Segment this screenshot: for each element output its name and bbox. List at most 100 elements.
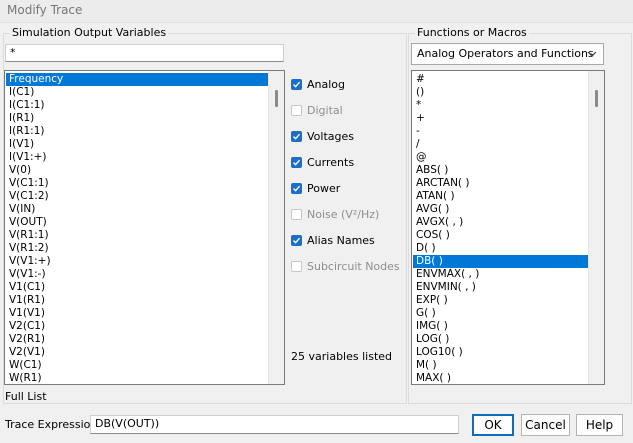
checkbox-label: Currents — [307, 155, 355, 169]
function-list-item[interactable]: ABS( ) — [413, 164, 588, 177]
trace-expression-label: Trace Expression: — [5, 418, 102, 431]
checkmark-icon — [293, 237, 301, 244]
function-list-item[interactable]: G( ) — [413, 307, 588, 320]
functions-list[interactable]: #() * + - / @ ABS( ) ARCTAN( ) ATAN( ) AVG( ) AVGX… — [411, 70, 605, 385]
full-list-label: Full List — [5, 390, 47, 403]
variable-list-item[interactable]: V1(R1) — [6, 294, 268, 307]
checkbox-box[interactable] — [291, 234, 302, 246]
variable-list-item[interactable]: V(V1:-) — [6, 268, 268, 281]
variable-list-item[interactable]: I(R1) — [6, 112, 268, 125]
variables-scroll-thumb[interactable] — [275, 90, 278, 107]
variables-scrollbar[interactable] — [268, 71, 284, 384]
checkmark-icon — [293, 159, 301, 166]
help-button[interactable]: Help — [576, 414, 623, 436]
sim-vars-group-title: Simulation Output Variables — [10, 26, 169, 39]
function-list-item[interactable]: LOG( ) — [413, 333, 588, 346]
functions-category-dropdown[interactable]: Analog Operators and Functions — [411, 43, 604, 65]
variable-list-item[interactable]: V2(V1) — [6, 346, 268, 359]
checkbox-box[interactable] — [291, 78, 302, 90]
variable-list-item[interactable]: V(C1:2) — [6, 190, 268, 203]
variable-list-item[interactable]: V2(C1) — [6, 320, 268, 333]
functions-scroll-thumb[interactable] — [595, 90, 598, 107]
variable-list-item[interactable]: V(V1:+) — [6, 255, 268, 268]
function-list-item[interactable]: LOG10( ) — [413, 346, 588, 359]
checkbox-label: Voltages — [307, 129, 354, 143]
cancel-button[interactable]: Cancel — [521, 414, 570, 436]
variable-list-item[interactable]: Frequency — [6, 73, 268, 86]
trace-expression-input[interactable]: DB(V(OUT)) — [90, 415, 459, 434]
variable-filter-value: * — [10, 46, 16, 59]
function-list-item[interactable]: M( ) — [413, 359, 588, 372]
variables-list-items: Frequency I(C1) I(C1:1) I(R1) I(R1:1) I(V1) I(… — [6, 73, 268, 384]
function-list-item[interactable]: ENVMIN( , ) — [413, 281, 588, 294]
variable-list-item[interactable]: V(R1:2) — [6, 242, 268, 255]
checkbox-box[interactable] — [291, 156, 302, 168]
variable-list-item[interactable]: V(C1:1) — [6, 177, 268, 190]
checkbox-box — [291, 208, 302, 220]
ok-button-label: OK — [484, 418, 502, 432]
checkbox-label: Power — [307, 181, 341, 195]
checkbox-label: Alias Names — [307, 233, 375, 247]
function-list-item[interactable]: MAX( ) — [413, 372, 588, 384]
function-list-item[interactable]: DB( ) — [413, 255, 588, 268]
function-list-item[interactable]: ENVMAX( , ) — [413, 268, 588, 281]
function-list-item[interactable]: # — [413, 73, 588, 86]
checkbox-analog[interactable]: Analog — [291, 76, 345, 92]
variable-list-item[interactable]: V(IN) — [6, 203, 268, 216]
variable-list-item[interactable]: V2(R1) — [6, 333, 268, 346]
variable-list-item[interactable]: W(R1) — [6, 372, 268, 384]
trace-expression-value: DB(V(OUT)) — [95, 417, 160, 430]
function-list-item[interactable]: D( ) — [413, 242, 588, 255]
function-list-item[interactable]: - — [413, 125, 588, 138]
variable-filter-input[interactable]: * — [5, 44, 284, 62]
function-list-item[interactable]: / — [413, 138, 588, 151]
functions-scrollbar[interactable] — [588, 71, 604, 384]
checkbox-box[interactable] — [291, 130, 302, 142]
variable-list-item[interactable]: I(V1:+) — [6, 151, 268, 164]
checkbox-alias-names[interactable]: Alias Names — [291, 232, 375, 248]
function-list-item[interactable]: AVG( ) — [413, 203, 588, 216]
checkbox-label: Subcircuit Nodes — [307, 259, 400, 273]
help-button-label: Help — [585, 418, 614, 432]
function-list-item[interactable]: () — [413, 86, 588, 99]
checkbox-power[interactable]: Power — [291, 180, 340, 196]
variable-list-item[interactable]: V1(V1) — [6, 307, 268, 320]
function-list-item[interactable]: EXP( ) — [413, 294, 588, 307]
function-list-item[interactable]: COS( ) — [413, 229, 588, 242]
window-title: Modify Trace — [7, 3, 83, 17]
variable-list-item[interactable]: V(0) — [6, 164, 268, 177]
function-list-item[interactable]: IMG( ) — [413, 320, 588, 333]
checkmark-icon — [293, 81, 301, 88]
function-list-item[interactable]: * — [413, 99, 588, 112]
function-list-item[interactable]: AVGX( , ) — [413, 216, 588, 229]
checkmark-icon — [293, 133, 301, 140]
variable-list-item[interactable]: V1(C1) — [6, 281, 268, 294]
functions-list-items: #() * + - / @ ABS( ) ARCTAN( ) ATAN( ) AVG( ) AVGX… — [413, 73, 588, 384]
variable-list-item[interactable]: I(V1) — [6, 138, 268, 151]
function-list-item[interactable]: + — [413, 112, 588, 125]
variable-list-item[interactable]: I(R1:1) — [6, 125, 268, 138]
checkbox-subcircuit-nodes: Subcircuit Nodes — [291, 258, 400, 274]
function-list-item[interactable]: @ — [413, 151, 588, 164]
ok-button[interactable]: OK — [472, 414, 514, 436]
checkmark-icon — [293, 185, 301, 192]
variable-list-item[interactable]: I(C1) — [6, 86, 268, 99]
checkbox-currents[interactable]: Currents — [291, 154, 354, 170]
cancel-button-label: Cancel — [525, 418, 566, 432]
functions-category-value: Analog Operators and Functions — [417, 47, 594, 60]
function-list-item[interactable]: ATAN( ) — [413, 190, 588, 203]
chevron-down-icon — [587, 51, 597, 57]
variable-list-item[interactable]: V(OUT) — [6, 216, 268, 229]
checkbox-label: Noise (V²/Hz) — [307, 207, 380, 221]
variables-list[interactable]: Frequency I(C1) I(C1:1) I(R1) I(R1:1) I(V1) I(… — [4, 70, 285, 385]
function-list-item[interactable]: ARCTAN( ) — [413, 177, 588, 190]
variable-list-item[interactable]: I(C1:1) — [6, 99, 268, 112]
checkbox-box — [291, 104, 302, 116]
checkbox-box[interactable] — [291, 182, 302, 194]
checkbox-noise-v-hz: Noise (V²/Hz) — [291, 206, 379, 222]
checkbox-label: Analog — [307, 77, 346, 91]
variable-list-item[interactable]: V(R1:1) — [6, 229, 268, 242]
checkbox-voltages[interactable]: Voltages — [291, 128, 354, 144]
variable-list-item[interactable]: W(C1) — [6, 359, 268, 372]
title-bar: Modify Trace — [0, 0, 633, 23]
